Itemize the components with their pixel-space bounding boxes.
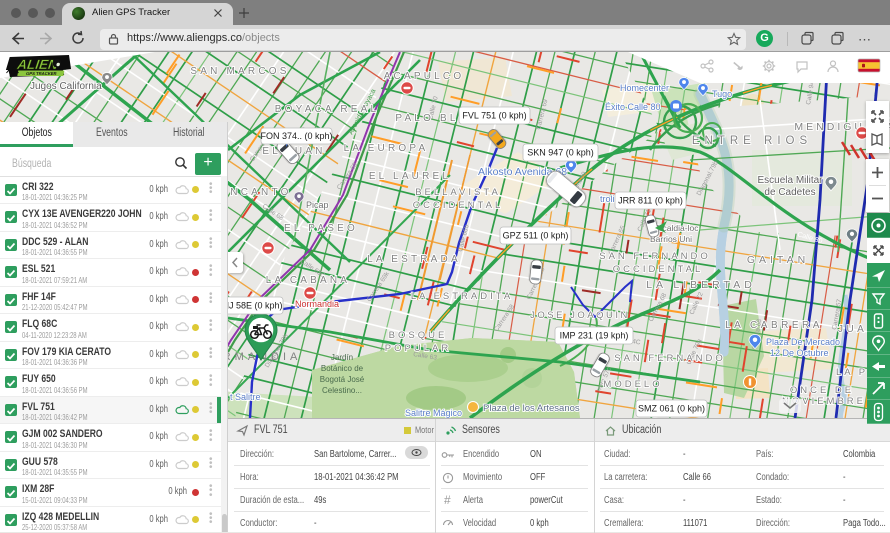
- svg-text:Salitre Mágico: Salitre Mágico: [405, 408, 462, 418]
- svg-text:SAN FERNANDO: SAN FERNANDO: [614, 353, 725, 364]
- svg-text:Éxito Calle 80: Éxito Calle 80: [605, 102, 661, 112]
- svg-text:Plaza de los Artesanos: Plaza de los Artesanos: [483, 403, 580, 414]
- svg-text:BOYACA REAL: BOYACA REAL: [275, 104, 380, 115]
- svg-text:Celestino...: Celestino...: [322, 386, 362, 395]
- svg-text:LA LIBERTAD: LA LIBERTAD: [646, 279, 756, 291]
- svg-text:LA P: LA P: [836, 367, 868, 378]
- svg-text:Escuela Militar: Escuela Militar: [757, 175, 823, 186]
- svg-text:Plaza De Mercado: Plaza De Mercado: [766, 337, 840, 347]
- svg-text:LA ESTRADITA: LA ESTRADITA: [411, 291, 513, 302]
- svg-text:t Salitre: t Salitre: [230, 392, 261, 402]
- svg-text:JRR 811 (0 kph): JRR 811 (0 kph): [618, 196, 683, 206]
- svg-text:EL LAUREL: EL LAUREL: [369, 171, 451, 182]
- svg-text:OCCIDENTAL: OCCIDENTAL: [413, 200, 504, 211]
- svg-text:Picap: Picap: [306, 200, 329, 210]
- svg-text:LA ESTRADA: LA ESTRADA: [367, 254, 461, 265]
- svg-text:NJ 58E (0 kph): NJ 58E (0 kph): [222, 301, 282, 311]
- svg-text:GPS TRACKER: GPS TRACKER: [26, 71, 57, 76]
- svg-text:Jardín: Jardín: [331, 353, 353, 362]
- svg-text:Bogotá José: Bogotá José: [320, 375, 365, 384]
- svg-text:LA CABANA: LA CABANA: [266, 275, 350, 286]
- svg-text:12 De Octubre: 12 De Octubre: [770, 348, 829, 358]
- svg-text:Normandia: Normandia: [295, 299, 339, 309]
- svg-text:MODELO: MODELO: [603, 379, 662, 390]
- svg-text:SMZ 061 (0 kph): SMZ 061 (0 kph): [638, 404, 705, 414]
- svg-text:SAN FERNANDO: SAN FERNANDO: [599, 251, 710, 262]
- svg-text:de Cadetes: de Cadetes: [764, 187, 815, 198]
- svg-text:LA CABRERA: LA CABRERA: [725, 320, 823, 331]
- svg-text:LA EUROPA: LA EUROPA: [344, 143, 429, 154]
- svg-text:JOSE JOAQUIN: JOSE JOAQUIN: [530, 310, 630, 321]
- svg-text:PALO BL: PALO BL: [395, 113, 458, 124]
- svg-text:ENCANTO: ENCANTO: [220, 187, 291, 198]
- svg-text:ONCE DE: ONCE DE: [790, 385, 854, 396]
- svg-text:GAITAN: GAITAN: [747, 254, 809, 266]
- svg-text:POPULAR: POPULAR: [385, 343, 451, 354]
- svg-text:GPZ 511 (0 kph): GPZ 511 (0 kph): [503, 231, 569, 241]
- svg-text:Tugo: Tugo: [712, 89, 732, 99]
- svg-text:Botánico de: Botánico de: [321, 364, 364, 373]
- svg-text:SKN 947 (0 kph): SKN 947 (0 kph): [527, 148, 594, 158]
- svg-text:FVL 751 (0 kph): FVL 751 (0 kph): [462, 111, 526, 121]
- svg-text:IMP 231 (19 kph): IMP 231 (19 kph): [560, 331, 629, 341]
- svg-text:EL PASEO: EL PASEO: [284, 223, 358, 234]
- svg-text:OCCIDENTAL: OCCIDENTAL: [613, 264, 704, 275]
- svg-text:BOSQUE: BOSQUE: [389, 330, 448, 341]
- svg-text:BELLAVISTA: BELLAVISTA: [415, 187, 501, 198]
- svg-text:ENTRE RIOS: ENTRE RIOS: [692, 135, 812, 147]
- svg-text:FON 374.. (0 kph): FON 374.. (0 kph): [260, 131, 332, 141]
